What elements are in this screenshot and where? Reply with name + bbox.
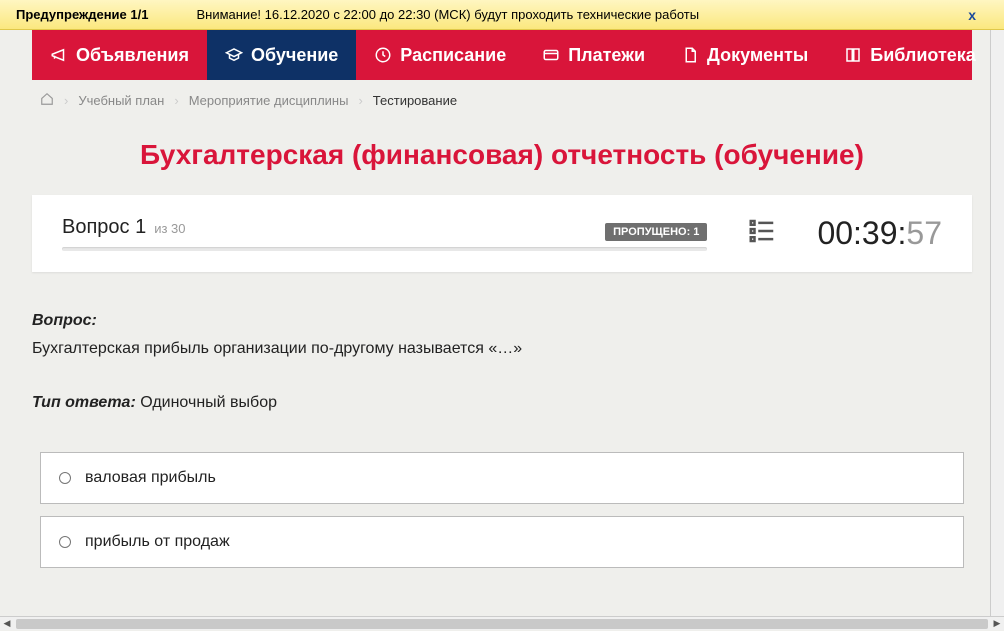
question-number: Вопрос 1 [62,216,146,239]
timer-main: 00:39: [817,215,906,251]
warning-label: Предупреждение 1/1 [16,7,148,22]
nav-item-payments[interactable]: Платежи [524,30,663,80]
education-icon [225,46,243,64]
timer-seconds: 57 [906,215,942,251]
card-left: Вопрос 1 из 30 ПРОПУЩЕНО: 1 [62,216,707,251]
scrollbar-track[interactable] [16,619,988,629]
nav-item-library[interactable]: Библиотека ⌄ [826,30,1004,80]
question-card: Вопрос 1 из 30 ПРОПУЩЕНО: 1 00:39:57 [32,195,972,272]
card-icon [542,46,560,64]
answer-type-row: Тип ответа: Одиночный выбор [32,394,972,412]
breadcrumb-testing: Тестирование [373,93,457,108]
megaphone-icon [50,46,68,64]
nav-item-documents[interactable]: Документы [663,30,826,80]
timer: 00:39:57 [817,215,942,252]
warning-bar: Предупреждение 1/1 Внимание! 16.12.2020 … [0,0,1004,30]
warning-text: Внимание! 16.12.2020 с 22:00 до 22:30 (М… [196,7,699,22]
breadcrumb: › Учебный план › Мероприятие дисциплины … [0,80,1004,121]
nav-item-education[interactable]: Обучение [207,30,356,80]
nav-label: Библиотека [870,45,976,66]
progress-bar [62,247,707,251]
answer-text: валовая прибыль [85,469,216,487]
answer-radio[interactable] [59,472,71,484]
scroll-left-icon[interactable]: ◀ [0,617,14,631]
nav-label: Обучение [251,45,338,66]
chevron-right-icon: › [64,93,68,108]
chevron-right-icon: › [358,93,362,108]
answer-type-value: Одиночный выбор [136,394,277,411]
question-list-button[interactable] [707,216,817,251]
answer-text: прибыль от продаж [85,533,230,551]
clock-icon [374,46,392,64]
page-title: Бухгалтерская (финансовая) отчетность (о… [0,121,1004,195]
answer-type-label: Тип ответа: [32,394,136,411]
nav-label: Платежи [568,45,645,66]
answer-radio[interactable] [59,536,71,548]
chevron-right-icon: › [174,93,178,108]
close-icon[interactable]: x [968,7,976,23]
home-icon[interactable] [40,92,54,109]
scrollbar-vertical[interactable] [990,30,1004,616]
breadcrumb-event[interactable]: Мероприятие дисциплины [189,93,349,108]
nav-item-schedule[interactable]: Расписание [356,30,524,80]
question-label: Вопрос: [32,312,972,330]
list-icon [747,233,777,250]
scroll-right-icon[interactable]: ▶ [990,617,1004,631]
breadcrumb-plan[interactable]: Учебный план [78,93,164,108]
main-nav: Объявления Обучение Расписание Платежи Д… [32,30,972,80]
question-total: из 30 [154,221,185,236]
scrollbar-horizontal[interactable]: ◀ ▶ [0,616,1004,630]
missed-badge: ПРОПУЩЕНО: 1 [605,223,707,241]
question-text: Бухгалтерская прибыль организации по-дру… [32,340,972,358]
nav-item-announcements[interactable]: Объявления [32,30,207,80]
nav-label: Документы [707,45,808,66]
answers-list: валовая прибыль прибыль от продаж [40,452,964,568]
nav-label: Расписание [400,45,506,66]
question-block: Вопрос: Бухгалтерская прибыль организаци… [32,312,972,412]
book-icon [844,46,862,64]
answer-option[interactable]: прибыль от продаж [40,516,964,568]
nav-label: Объявления [76,45,189,66]
answer-option[interactable]: валовая прибыль [40,452,964,504]
document-icon [681,46,699,64]
